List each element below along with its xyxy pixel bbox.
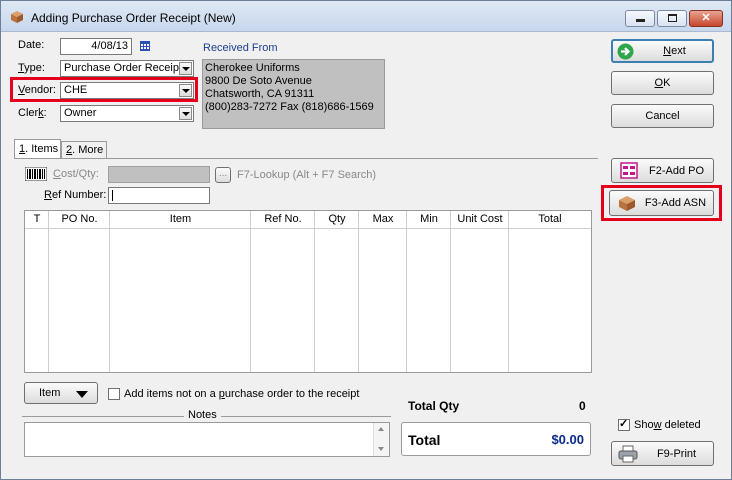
lookup-button[interactable]: ... [215,167,231,183]
printer-icon [618,445,638,463]
grid-column: Unit Cost [451,211,509,372]
vendor-label: Vendor: [18,84,56,96]
grid-column: Max [359,211,407,372]
add-asn-button[interactable]: F3-Add ASN [609,190,714,216]
title-bar: Adding Purchase Order Receipt (New) ✕ [1,1,731,32]
print-button-label: F9-Print [656,448,697,460]
total-box: Total $0.00 [401,422,591,456]
ref-number-label: Ref Number: [44,189,107,201]
received-from-line: Chatsworth, CA 91311 [205,88,315,100]
show-deleted-label[interactable]: Show deleted [634,419,701,431]
date-value: 4/08/13 [91,40,128,52]
clerk-label: Clerk: [18,107,47,119]
grid-column: T [25,211,49,372]
lookup-hint: F7-Lookup (Alt + F7 Search) [237,169,377,181]
tab-more-label: 2. More [66,144,104,156]
maximize-button[interactable] [657,10,687,27]
type-label: Type: [18,62,45,74]
box-icon [11,11,23,23]
total-label: Total [408,432,441,448]
notes-label: Notes [184,409,221,421]
item-menu-button[interactable]: Item [24,382,98,404]
chevron-down-icon[interactable] [179,107,192,120]
chevron-down-icon[interactable] [179,62,192,75]
grid-column: Item [110,211,251,372]
grid-column: Qty [315,211,359,372]
close-icon: ✕ [701,12,711,24]
lookup-button-label: ... [218,168,228,179]
purchase-order-receipt-window: Adding Purchase Order Receipt (New) ✕ Da… [0,0,732,480]
received-from-label: Received From [203,42,278,54]
clerk-select[interactable]: Owner [60,105,194,122]
column-header-po-no[interactable]: PO No. [49,213,110,225]
add-items-checkbox[interactable] [108,388,120,400]
type-value: Purchase Order Receipt [64,62,182,74]
received-from-line: (800)283-7272 Fax (818)686-1569 [205,101,374,113]
received-from-line: Cherokee Uniforms [205,62,300,74]
calendar-icon[interactable] [140,41,150,51]
add-asn-button-label: F3-Add ASN [644,197,707,209]
document-icon [620,162,638,179]
notes-scrollbar[interactable] [373,423,389,456]
ok-button-label: OK [654,77,671,89]
received-from-box: Cherokee Uniforms 9800 De Soto Avenue Ch… [202,59,385,129]
tab-panel [14,158,598,159]
cost-qty-field[interactable] [108,166,210,183]
grid-column: Min [407,211,451,372]
column-header-max[interactable]: Max [359,213,407,225]
column-header-total[interactable]: Total [509,213,591,225]
grid-column: Ref No. [251,211,315,372]
notes-textarea[interactable] [24,422,390,457]
vendor-select[interactable]: CHE [60,82,194,99]
text-cursor [112,190,113,201]
column-header-min[interactable]: Min [407,213,451,225]
close-button[interactable]: ✕ [689,10,723,27]
grid-column: Total [509,211,591,372]
add-items-checkbox-label[interactable]: Add items not on a purchase order to the… [124,388,359,400]
minimize-icon [636,19,645,22]
box-icon [619,196,635,211]
column-header-t[interactable]: T [25,213,49,225]
total-value: $0.00 [551,432,584,447]
window-title: Adding Purchase Order Receipt (New) [31,11,236,25]
item-menu-button-label: Item [39,387,61,399]
cancel-button-label: Cancel [645,110,680,122]
cost-qty-label: Cost/Qty: [53,168,99,180]
checkmark-icon: ✓ [619,418,629,430]
barcode-icon [25,167,47,181]
type-select[interactable]: Purchase Order Receipt [60,60,194,77]
tab-items-label: 1. Items [19,143,59,155]
triangle-down-icon [76,391,88,398]
total-qty-value: 0 [579,399,586,413]
minimize-button[interactable] [625,10,655,27]
received-from-line: 9800 De Soto Avenue [205,75,312,87]
tab-items[interactable]: 1. Items [14,139,61,159]
column-header-qty[interactable]: Qty [315,213,359,225]
scroll-down-icon[interactable] [378,447,384,451]
column-header-ref-no[interactable]: Ref No. [251,213,315,225]
arrow-right-icon [617,43,634,60]
tab-more[interactable]: 2. More [61,141,107,159]
maximize-icon [668,14,677,22]
ref-number-input[interactable] [108,187,210,204]
date-label: Date: [18,39,45,51]
add-po-button-label: F2-Add PO [648,165,705,177]
add-po-button[interactable]: F2-Add PO [611,158,714,183]
next-button[interactable]: Next [611,39,714,63]
ok-button[interactable]: OK [611,71,714,95]
print-button[interactable]: F9-Print [611,441,714,466]
grid-column: PO No. [49,211,110,372]
column-header-item[interactable]: Item [110,213,251,225]
column-header-unit-cost[interactable]: Unit Cost [451,213,509,225]
cancel-button[interactable]: Cancel [611,104,714,128]
vendor-value: CHE [64,84,88,96]
total-qty-label: Total Qty [408,399,460,413]
clerk-value: Owner [64,107,97,119]
show-deleted-checkbox[interactable]: ✓ [618,418,630,431]
next-button-label: Next [663,45,686,57]
date-field[interactable]: 4/08/13 [60,38,132,55]
items-grid[interactable]: T PO No. Item Ref No. Qty Max Min Unit C… [24,210,592,373]
chevron-down-icon[interactable] [179,84,192,97]
scroll-up-icon[interactable] [378,427,384,431]
